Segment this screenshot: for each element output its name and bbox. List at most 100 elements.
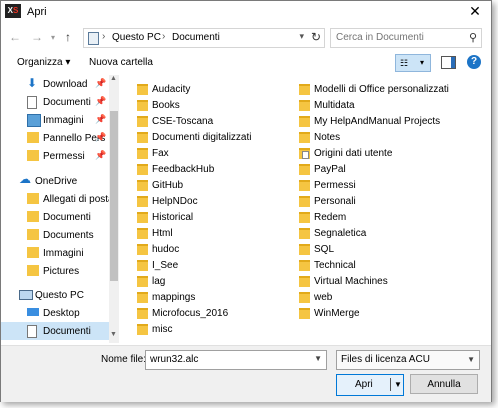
nav-item-label: Documenti — [43, 212, 91, 223]
cancel-button[interactable]: Annulla — [410, 374, 478, 394]
filetype-value: Files di licenza ACU — [341, 354, 430, 365]
nav-pane-scrollbar[interactable]: ▲ ▼ — [109, 75, 119, 343]
list-item[interactable]: Books — [137, 97, 297, 113]
folder-icon — [137, 148, 148, 159]
list-item[interactable]: I_See — [137, 257, 297, 273]
search-box[interactable]: ⚲ — [330, 28, 482, 48]
list-item[interactable]: Documenti digitalizzati — [137, 129, 297, 145]
breadcrumb-documenti[interactable]: Documenti — [172, 32, 220, 43]
file-name: I_See — [152, 260, 179, 271]
list-item[interactable]: Microfocus_2016 — [137, 305, 297, 321]
pin-icon[interactable]: 📌 — [95, 96, 106, 107]
list-item[interactable]: Modelli di Office personalizzati — [299, 81, 487, 97]
list-item[interactable]: Segnaletica — [299, 225, 487, 241]
list-item[interactable]: Personali — [299, 193, 487, 209]
pin-icon[interactable]: 📌 — [95, 114, 106, 125]
organize-button[interactable]: Organizza ▾ — [17, 57, 70, 68]
nav-item-documenti[interactable]: Documenti 📌 — [1, 93, 109, 111]
list-item[interactable]: Permessi — [299, 177, 487, 193]
open-button-label: Apri — [355, 379, 373, 390]
nav-item-desktop[interactable]: Desktop — [1, 304, 109, 322]
list-item[interactable]: HelpNDoc — [137, 193, 297, 209]
list-item[interactable]: lag — [137, 273, 297, 289]
list-item[interactable]: FeedbackHub — [137, 161, 297, 177]
chevron-down-icon[interactable]: ▾ — [420, 58, 424, 67]
filetype-select[interactable]: Files di licenza ACU ▼ — [336, 350, 480, 370]
list-item[interactable]: Multidata — [299, 97, 487, 113]
nav-item-questo-pc[interactable]: Questo PC — [1, 286, 109, 304]
chevron-down-icon[interactable]: ▼ — [394, 380, 402, 389]
chevron-right-icon[interactable]: › — [102, 31, 105, 42]
pin-icon[interactable]: 📌 — [95, 150, 106, 161]
nav-item-pictures[interactable]: Pictures — [1, 262, 109, 280]
list-item[interactable]: Notes — [299, 129, 487, 145]
file-name: lag — [152, 276, 166, 287]
folder-icon — [137, 308, 148, 319]
nav-item-download[interactable]: ⬇ Download 📌 — [1, 75, 109, 93]
list-item[interactable]: Virtual Machines — [299, 273, 487, 289]
up-arrow-icon[interactable]: ↑ — [65, 30, 71, 44]
forward-arrow-icon[interactable]: → — [31, 30, 43, 44]
refresh-icon[interactable]: ↻ — [311, 30, 321, 44]
nav-item-label: Immagini — [43, 115, 84, 126]
file-name: Documenti digitalizzati — [152, 132, 252, 143]
search-icon[interactable]: ⚲ — [469, 31, 477, 44]
breadcrumb-questo-pc[interactable]: Questo PC — [112, 32, 161, 43]
nav-item-pannello[interactable]: Pannello Pers 📌 — [1, 129, 109, 147]
list-item[interactable]: WinMerge — [299, 305, 487, 321]
list-item[interactable]: Html — [137, 225, 297, 241]
scroll-down-icon[interactable]: ▼ — [110, 331, 117, 338]
list-item[interactable]: hudoc — [137, 241, 297, 257]
nav-item-allegati[interactable]: Allegati di posta — [1, 190, 114, 208]
nav-item-pc-documenti[interactable]: Documenti — [1, 322, 109, 340]
list-item[interactable]: Audacity — [137, 81, 297, 97]
open-button[interactable]: Apri ▼ — [336, 374, 404, 396]
chevron-down-icon[interactable]: ▼ — [467, 355, 475, 364]
nav-item-od-immagini[interactable]: Immagini — [1, 244, 109, 262]
list-item[interactable]: CSE-Toscana — [137, 113, 297, 129]
list-item[interactable]: GitHub — [137, 177, 297, 193]
filename-combobox[interactable]: ▼ — [145, 350, 327, 370]
list-item[interactable]: Historical — [137, 209, 297, 225]
list-item[interactable]: mappings — [137, 289, 297, 305]
scroll-up-icon[interactable]: ▲ — [110, 75, 117, 82]
scrollbar-thumb[interactable] — [110, 111, 118, 281]
recent-dropdown-icon[interactable]: ▾ — [51, 33, 55, 42]
nav-item-immagini[interactable]: Immagini 📌 — [1, 111, 109, 129]
nav-item-permessi[interactable]: Permessi 📌 — [1, 147, 109, 165]
back-arrow-icon[interactable]: ← — [9, 30, 21, 44]
desktop-icon — [27, 308, 39, 316]
new-folder-button[interactable]: Nuova cartella — [89, 57, 153, 68]
address-dropdown-icon[interactable]: ▾ — [299, 31, 304, 42]
folder-icon — [299, 260, 310, 271]
file-name: SQL — [314, 244, 335, 255]
list-item[interactable]: Redem — [299, 209, 487, 225]
nav-item-label: Documenti — [43, 326, 91, 337]
search-input[interactable] — [333, 30, 465, 44]
pin-icon[interactable]: 📌 — [95, 132, 106, 143]
pin-icon[interactable]: 📌 — [95, 78, 106, 89]
address-field[interactable]: › Questo PC › Documenti ▾ ↻ — [83, 28, 325, 48]
file-name: Modelli di Office personalizzati — [314, 84, 449, 95]
list-item[interactable]: Fax — [137, 145, 297, 161]
nav-item-onedrive[interactable]: ☁ OneDrive — [1, 172, 109, 190]
folder-icon — [299, 196, 310, 207]
list-item[interactable]: misc — [137, 321, 297, 337]
help-icon[interactable]: ? — [467, 55, 481, 69]
list-item[interactable]: Technical — [299, 257, 487, 273]
list-item[interactable]: SQL — [299, 241, 487, 257]
filename-input[interactable] — [148, 353, 312, 366]
list-item[interactable]: My HelpAndManual Projects — [299, 113, 487, 129]
view-options-button[interactable]: ☷ ▾ — [395, 54, 431, 72]
nav-item-od-documenti[interactable]: Documenti — [1, 208, 109, 226]
list-item[interactable]: Origini dati utente — [299, 145, 487, 161]
preview-pane-icon[interactable] — [441, 56, 456, 69]
chevron-right-icon[interactable]: › — [162, 31, 165, 42]
list-item[interactable]: PayPal — [299, 161, 487, 177]
data-sources-folder-icon — [299, 148, 310, 159]
chevron-down-icon[interactable]: ▼ — [314, 354, 322, 363]
nav-item-documents[interactable]: Documents — [1, 226, 109, 244]
close-icon[interactable]: ✕ — [465, 3, 485, 20]
list-item[interactable]: web — [299, 289, 487, 305]
file-name: Audacity — [152, 84, 191, 95]
